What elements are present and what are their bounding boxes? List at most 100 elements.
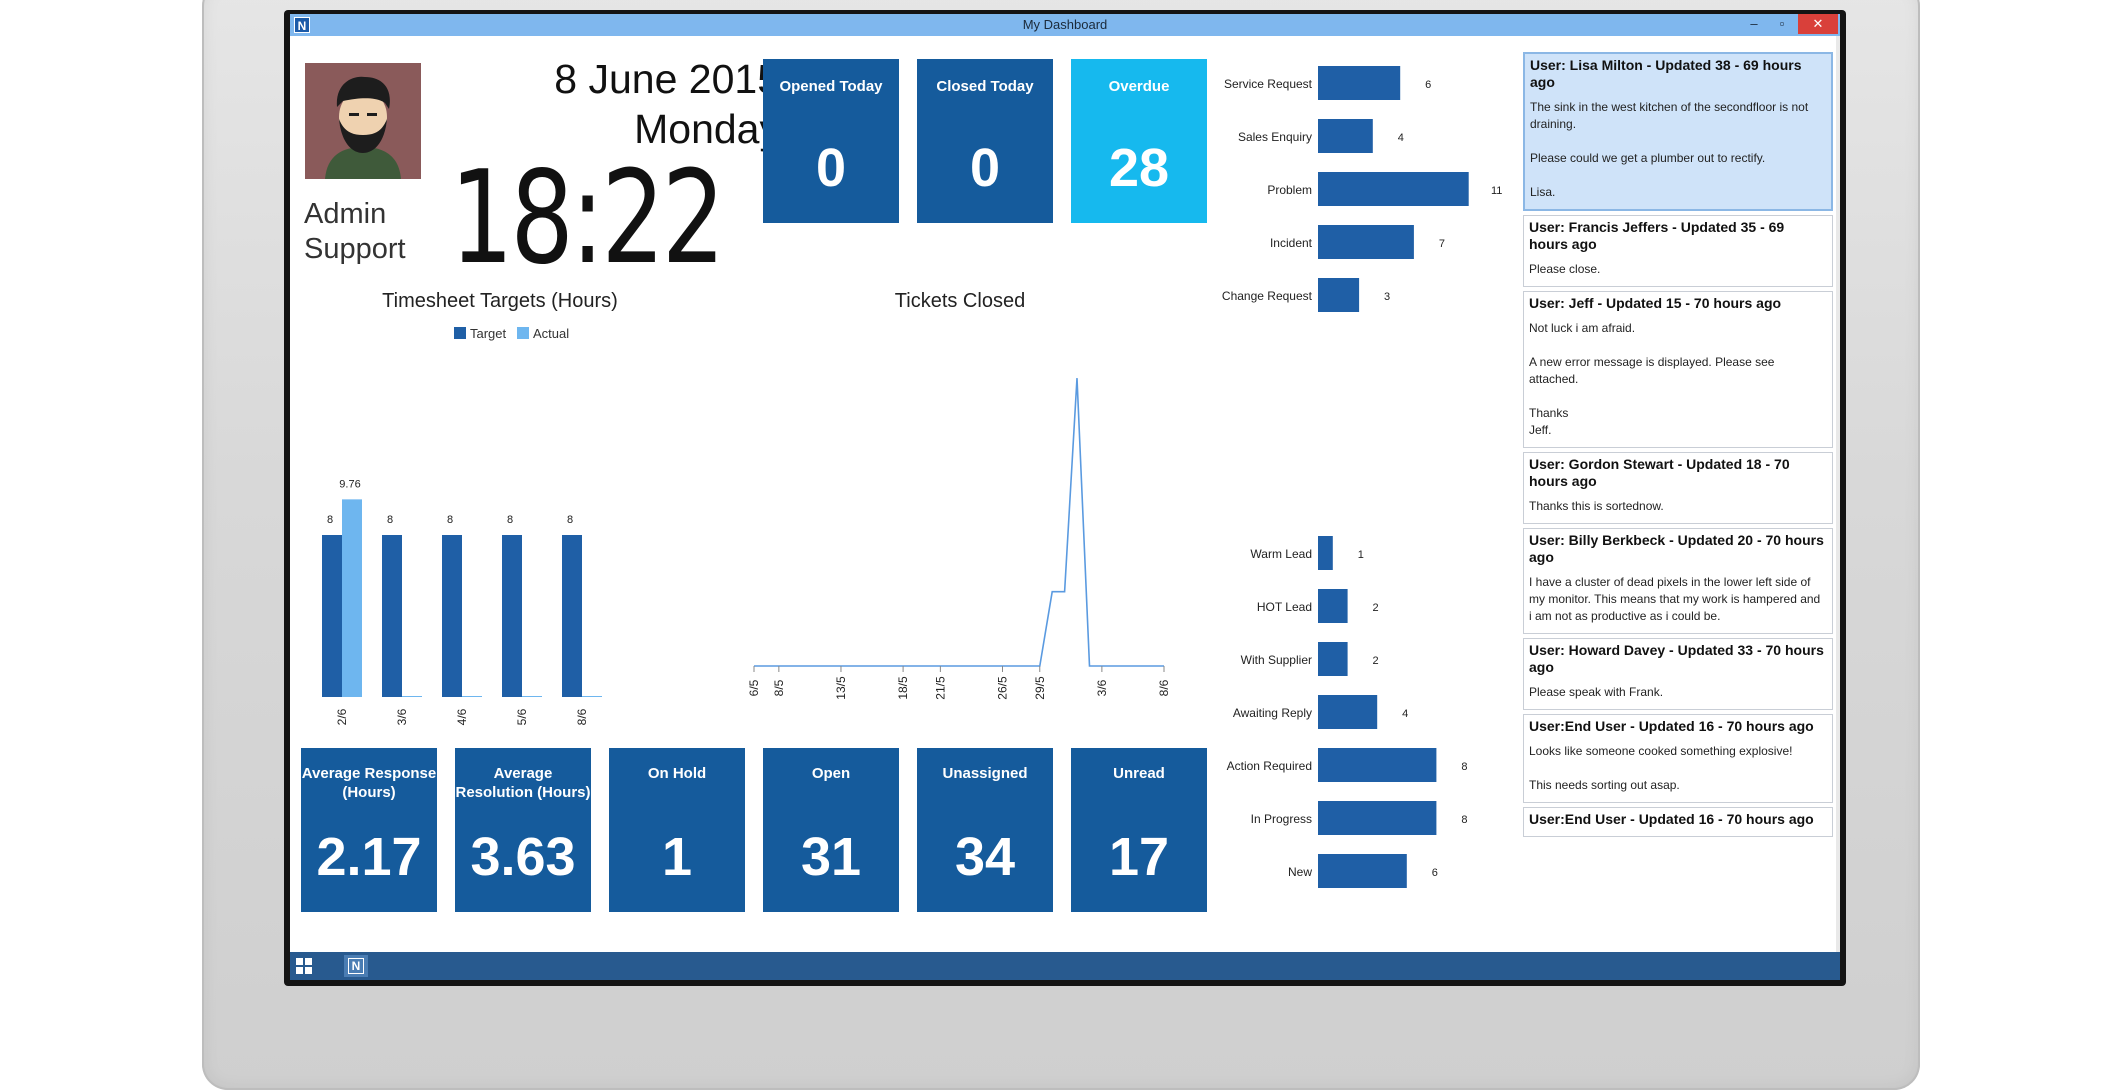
update-body: Please speak with Frank. (1529, 685, 1664, 699)
target-bar (322, 535, 342, 697)
update-card[interactable]: User: Jeff - Updated 15 - 70 hours ago No… (1523, 291, 1833, 448)
tickets-closed-title: Tickets Closed (894, 290, 1026, 312)
update-header: User: Francis Jeffers - Updated 35 - 69 … (1529, 219, 1785, 252)
value-label: 11 (1491, 185, 1502, 197)
update-card[interactable]: User:End User - Updated 16 - 70 hours ag… (1523, 714, 1833, 803)
tile-opened-today[interactable]: Opened Today 0 (763, 59, 899, 223)
actual-bar (462, 696, 482, 697)
tile-label: Open (811, 765, 851, 782)
tile-overdue[interactable]: Overdue 28 (1071, 59, 1207, 223)
category-label: In Progress (1251, 812, 1312, 826)
value-label: 2 (1373, 655, 1379, 667)
update-card[interactable]: User: Francis Jeffers - Updated 35 - 69 … (1523, 215, 1833, 287)
value-label: 8 (1461, 761, 1467, 773)
category-label: Warm Lead (1250, 547, 1312, 561)
legend-swatch-target (454, 327, 466, 339)
x-tick-label: 5/6 (515, 708, 529, 725)
x-tick-label: 18/5 (896, 676, 910, 700)
update-card[interactable]: User: Gordon Stewart - Updated 18 - 70 h… (1523, 452, 1833, 524)
window-title: My Dashboard (1022, 17, 1108, 32)
tile-label: Closed Today (936, 78, 1034, 95)
timesheet-chart-title: Timesheet Targets (Hours) (382, 290, 618, 312)
current-time: 18:22 (450, 144, 725, 293)
value-label: 6 (1425, 79, 1431, 91)
tile-label: Average Response (Hours) (301, 765, 437, 801)
x-tick-label: 21/5 (933, 676, 947, 700)
updates-panel[interactable]: User: Lisa Milton - Updated 38 - 69 hour… (1523, 52, 1833, 972)
tile-label: Unread (1113, 765, 1165, 782)
tile-average-resolution[interactable]: Average Resolution (Hours) 3.63 (455, 748, 591, 912)
target-bar (382, 535, 402, 697)
x-tick-label: 8/6 (1157, 679, 1171, 696)
tickets-line (754, 378, 1164, 667)
data-label: 8 (327, 514, 333, 526)
x-tick-label: 4/6 (455, 708, 469, 725)
category-bar (1318, 854, 1407, 888)
x-tick-label: 13/5 (834, 676, 848, 700)
x-tick-label: 8/6 (575, 708, 589, 725)
tile-value: 0 (969, 138, 1001, 198)
taskbar-app-button[interactable]: N (344, 955, 368, 977)
tile-label: On Hold (647, 765, 707, 782)
windows-start-icon[interactable] (296, 958, 312, 974)
close-button[interactable]: ✕ (1798, 14, 1838, 34)
category-bar (1318, 119, 1373, 153)
category-label: Problem (1267, 183, 1312, 197)
category-label: With Supplier (1241, 653, 1312, 667)
value-label: 2 (1373, 602, 1379, 614)
ticket-status-chart: Warm Lead 1 HOT Lead 2 With Supplier 2 Awaitin… (1227, 536, 1467, 888)
tile-value: 0 (815, 138, 847, 198)
taskbar-app-icon: N (348, 958, 364, 974)
tile-label: Opened Today (779, 78, 883, 95)
update-header: User:End User - Updated 16 - 70 hours ag… (1529, 718, 1814, 734)
category-bar (1318, 695, 1378, 729)
maximize-button[interactable]: ▫ (1768, 14, 1796, 34)
update-body: Looks like someone cooked something expl… (1529, 744, 1793, 792)
category-label: Change Request (1222, 289, 1313, 303)
tile-value: 17 (1108, 827, 1170, 887)
title-bar[interactable]: N My Dashboard – ▫ ✕ (290, 14, 1840, 36)
updates-scrollbar[interactable] (1836, 36, 1840, 952)
minimize-button[interactable]: – (1740, 14, 1768, 34)
update-card[interactable]: User: Lisa Milton - Updated 38 - 69 hour… (1523, 52, 1833, 211)
update-card[interactable]: User: Howard Davey - Updated 33 - 70 hou… (1523, 638, 1833, 710)
update-body: Not luck i am afraid. A new error messag… (1529, 321, 1775, 437)
update-header: User: Howard Davey - Updated 33 - 70 hou… (1529, 642, 1824, 675)
x-tick-label: 3/6 (1095, 679, 1109, 696)
value-label: 6 (1432, 867, 1438, 879)
category-label: Incident (1270, 236, 1313, 250)
update-card[interactable]: User:End User - Updated 16 - 70 hours ag… (1523, 807, 1833, 837)
user-name-line1: Admin (304, 198, 387, 230)
tile-label: Overdue (1108, 78, 1170, 95)
taskbar: N (290, 952, 1840, 980)
category-bar (1318, 278, 1360, 312)
tile-value: 34 (954, 827, 1016, 887)
category-label: New (1288, 865, 1312, 879)
update-header: User: Billy Berkbeck - Updated 20 - 70 h… (1529, 532, 1824, 565)
tile-on-hold[interactable]: On Hold 1 (609, 748, 745, 912)
tile-average-response[interactable]: Average Response (Hours) 2.17 (301, 748, 437, 912)
data-label: 8 (507, 514, 513, 526)
actual-bar (402, 696, 422, 697)
update-body: Please close. (1529, 262, 1601, 276)
update-card[interactable]: User: Billy Berkbeck - Updated 20 - 70 h… (1523, 528, 1833, 634)
tile-unread[interactable]: Unread 17 (1071, 748, 1207, 912)
value-label: 4 (1402, 708, 1408, 720)
tile-open[interactable]: Open 31 (763, 748, 899, 912)
x-tick-label: 26/5 (995, 676, 1009, 700)
tile-value: 1 (661, 827, 693, 887)
data-label: 9.76 (339, 478, 360, 490)
value-label: 3 (1384, 291, 1390, 303)
category-label: Awaiting Reply (1233, 706, 1312, 720)
target-bar (502, 535, 522, 697)
dashboard-window: N My Dashboard – ▫ ✕ Admin Support 8 Jun… (290, 14, 1840, 980)
tile-unassigned[interactable]: Unassigned 34 (917, 748, 1053, 912)
tile-value: 28 (1108, 138, 1170, 198)
actual-bar (342, 499, 362, 697)
x-tick-label: 3/6 (395, 708, 409, 725)
x-tick-label: 6/5 (747, 679, 761, 696)
actual-bar (582, 696, 602, 697)
tile-closed-today[interactable]: Closed Today 0 (917, 59, 1053, 223)
category-bar (1318, 589, 1348, 623)
value-label: 7 (1439, 238, 1445, 250)
